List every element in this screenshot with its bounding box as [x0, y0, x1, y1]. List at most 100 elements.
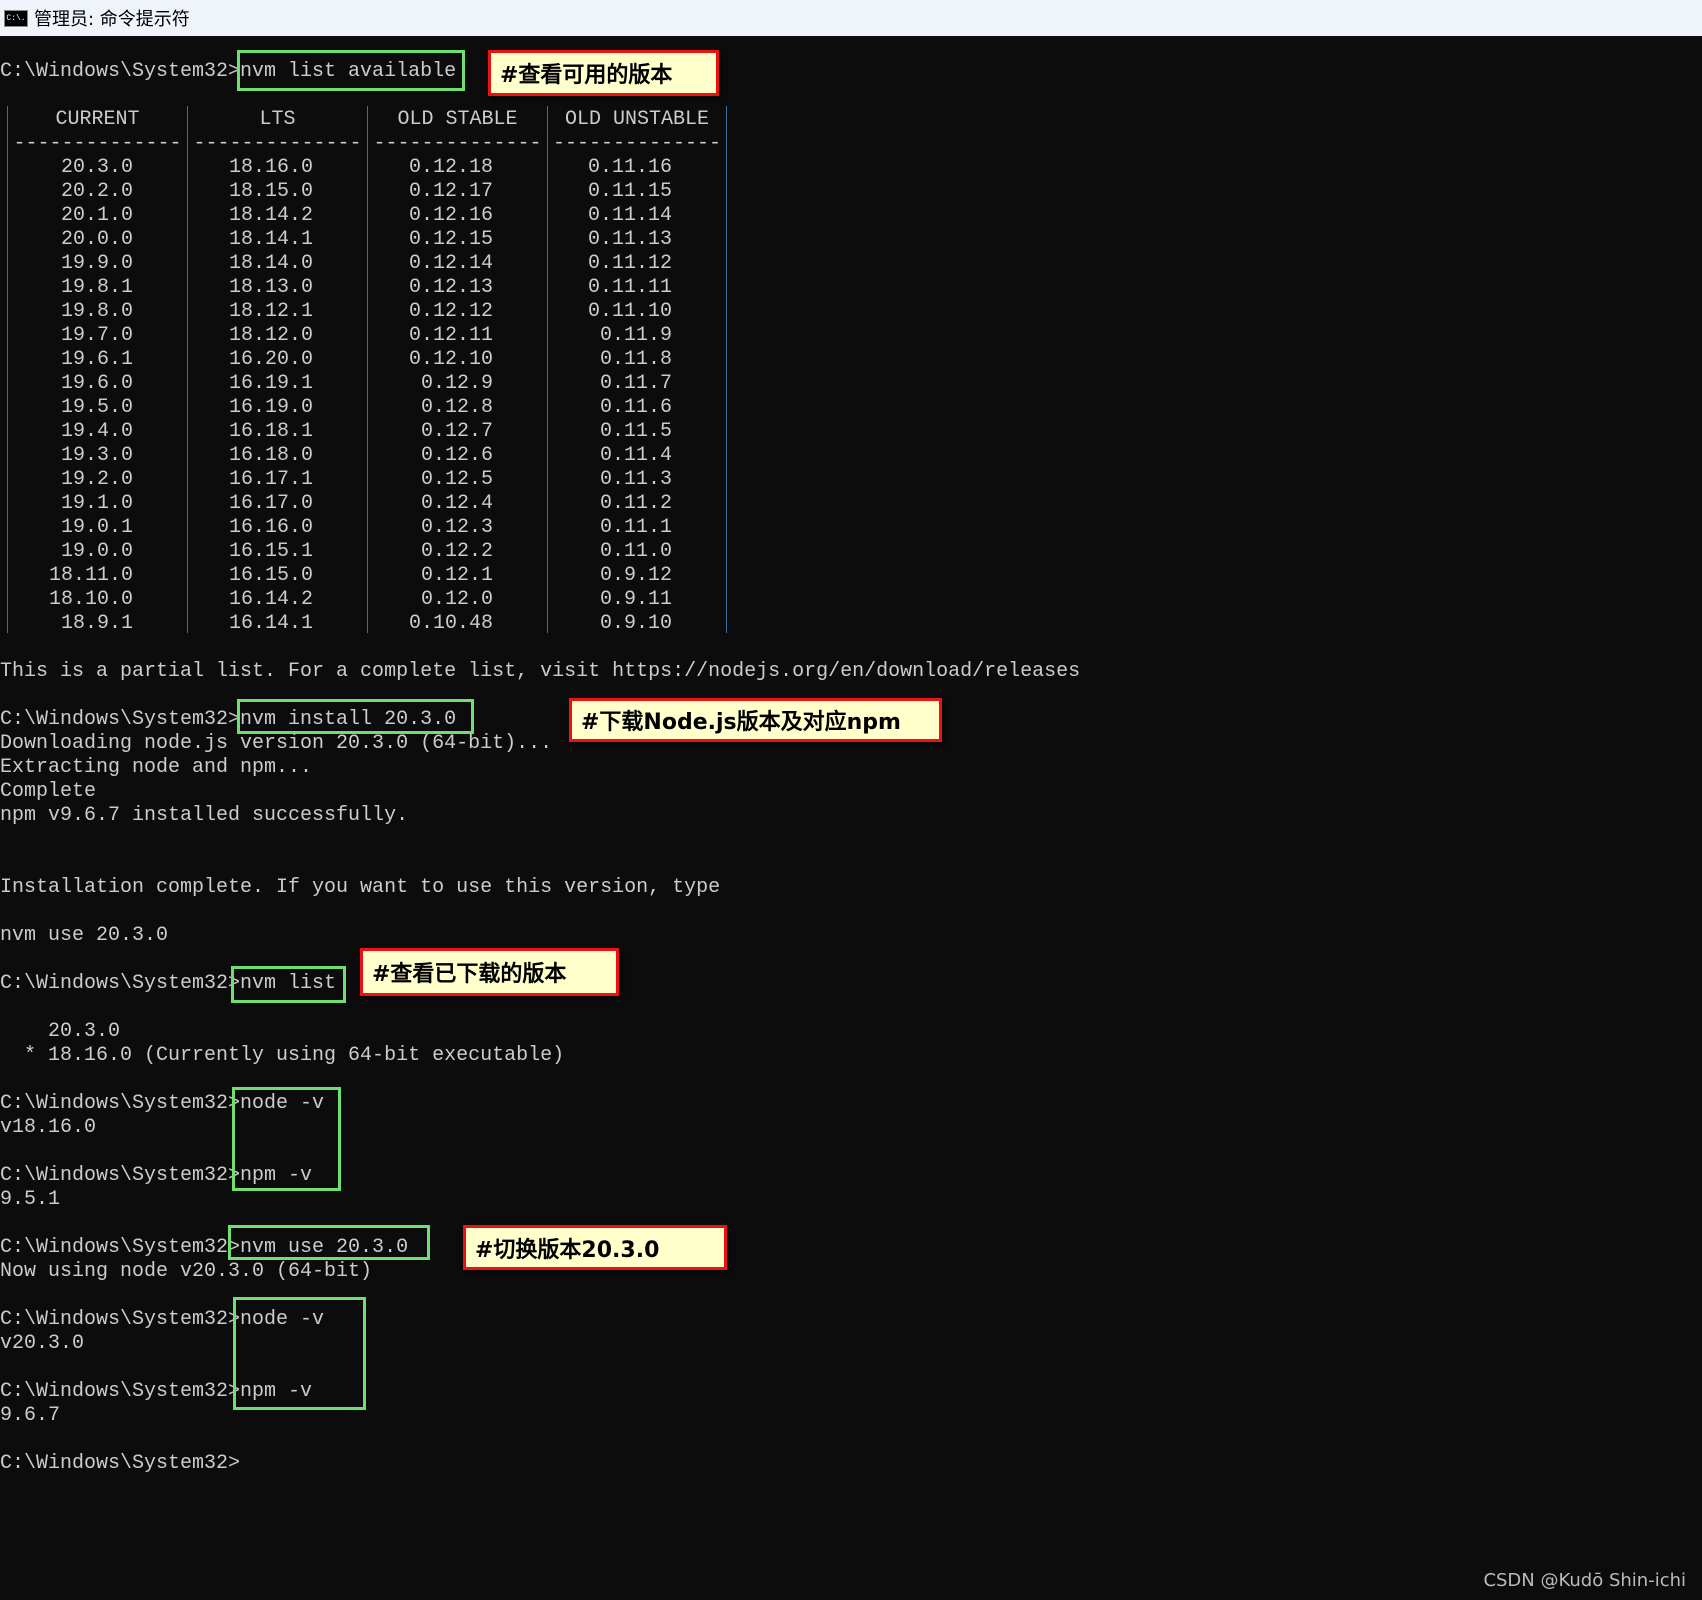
version-cell: 19.5.0 [60, 396, 133, 419]
column-values: 18.16.0 18.15.0 18.14.2 18.14.1 18.14.0 18.13… [229, 156, 313, 636]
version-cell: 16.17.1 [228, 468, 313, 491]
version-cell: 16.18.0 [228, 444, 313, 467]
version-cell: 19.0.1 [60, 516, 133, 539]
version-cell: 0.12.11 [408, 324, 493, 347]
version-cell: 0.11.1 [599, 516, 672, 539]
version-cell: 0.12.17 [408, 180, 493, 203]
version-cell: 0.12.15 [408, 228, 493, 251]
column-values: 0.12.18 0.12.17 0.12.16 0.12.15 0.12.14 0.12.… [409, 156, 493, 636]
version-cell: 19.6.0 [60, 372, 133, 395]
column-divider: -------------- [373, 132, 542, 155]
note-text: #查看可用的版本 [500, 63, 673, 88]
highlight-node-npm-v-after [233, 1297, 366, 1410]
version-cell: 0.11.15 [587, 180, 672, 203]
version-cell: 18.10.0 [48, 588, 133, 611]
version-cell: 0.11.13 [587, 228, 672, 251]
version-cell: 18.9.1 [60, 612, 133, 635]
version-cell: 0.12.13 [408, 276, 493, 299]
column-divider: -------------- [13, 132, 182, 155]
table-column: OLD STABLE -------------- 0.12.18 0.12.17 0.… [367, 106, 547, 636]
terminal-line: Extracting node and npm... [0, 756, 313, 779]
version-cell: 0.11.7 [599, 372, 672, 395]
version-cell: 20.1.0 [60, 204, 133, 227]
version-cell: 16.18.1 [228, 420, 313, 443]
available-versions-table: CURRENT -------------- 20.3.0 20.2.0 20.1.0 2… [7, 106, 727, 636]
version-cell: 0.11.4 [599, 444, 672, 467]
version-cell: 19.1.0 [60, 492, 133, 515]
version-cell: 0.11.16 [587, 156, 672, 179]
version-cell: 0.12.12 [408, 300, 493, 323]
version-cell: 0.12.18 [408, 156, 493, 179]
column-header: CURRENT [55, 108, 140, 131]
version-cell: 19.8.0 [60, 300, 133, 323]
version-cell: 0.12.7 [420, 420, 493, 443]
version-cell: 16.14.2 [228, 588, 313, 611]
version-cell: 0.11.3 [599, 468, 672, 491]
version-cell: 0.12.8 [420, 396, 493, 419]
column-divider: -------------- [552, 132, 722, 155]
highlight-nvm-list-available [237, 50, 465, 91]
column-divider: -------------- [193, 132, 362, 155]
version-cell: 20.0.0 [60, 228, 133, 251]
note-download: #下载Node.js版本及对应npm [569, 698, 942, 742]
version-cell: 20.2.0 [60, 180, 133, 203]
terminal-line: npm v9.6.7 installed successfully. [0, 804, 409, 827]
watermark: CSDN @Kudō Shin-ichi [1483, 1570, 1686, 1591]
version-cell: 0.11.14 [587, 204, 672, 227]
note-text: #下载Node.js版本及对应npm [581, 710, 901, 735]
version-cell: 18.12.0 [228, 324, 313, 347]
version-cell: 0.11.9 [599, 324, 672, 347]
table-column: OLD UNSTABLE -------------- 0.11.16 0.11.15… [547, 106, 727, 636]
version-cell: 18.14.0 [228, 252, 313, 275]
note-installed-versions: #查看已下载的版本 [360, 948, 619, 996]
version-cell: 0.11.11 [587, 276, 672, 299]
terminal-line: Installation complete. If you want to us… [0, 876, 721, 899]
version-cell: 0.11.12 [587, 252, 672, 275]
note-switch-version: #切换版本20.3.0 [463, 1225, 727, 1270]
version-cell: 0.9.12 [599, 564, 672, 587]
note-text: #查看已下载的版本 [372, 962, 567, 987]
version-cell: 18.11.0 [48, 564, 133, 587]
version-cell: 0.12.9 [420, 372, 493, 395]
version-cell: 18.14.2 [228, 204, 313, 227]
cmd-icon: C:\. [4, 9, 28, 27]
version-cell: 0.12.1 [420, 564, 493, 587]
version-cell: 0.12.10 [408, 348, 493, 371]
version-cell: 18.14.1 [228, 228, 313, 251]
version-cell: 16.17.0 [228, 492, 313, 515]
version-cell: 19.7.0 [60, 324, 133, 347]
version-cell: 0.12.3 [420, 516, 493, 539]
version-cell: 16.20.0 [228, 348, 313, 371]
version-cell: 19.8.1 [60, 276, 133, 299]
terminal-line: 20.3.0 [0, 1020, 121, 1043]
window-title: 管理员: 命令提示符 [34, 9, 190, 30]
version-cell: 0.12.0 [420, 588, 493, 611]
version-cell: 18.12.1 [228, 300, 313, 323]
version-cell: 16.15.0 [228, 564, 313, 587]
column-header: OLD UNSTABLE [564, 108, 710, 131]
column-header: OLD STABLE [397, 108, 518, 131]
column-values: 0.11.16 0.11.15 0.11.14 0.11.13 0.11.12 0.11.… [588, 156, 672, 636]
column-values: 20.3.0 20.2.0 20.1.0 20.0.0 19.9.0 19.8.1 19.8… [49, 156, 133, 636]
highlight-nvm-install [237, 699, 474, 734]
version-cell: 0.12.14 [408, 252, 493, 275]
column-header: LTS [259, 108, 296, 131]
terminal-line: This is a partial list. For a complete l… [0, 660, 1081, 683]
terminal-line: Complete [0, 780, 97, 803]
version-cell: 0.12.6 [420, 444, 493, 467]
highlight-nvm-list [231, 966, 346, 1003]
version-cell: 0.11.10 [587, 300, 672, 323]
version-cell: 19.0.0 [60, 540, 133, 563]
version-cell: 19.2.0 [60, 468, 133, 491]
version-cell: 18.15.0 [228, 180, 313, 203]
terminal-line: * 18.16.0 (Currently using 64-bit execut… [0, 1044, 565, 1067]
highlight-node-npm-v-before [232, 1087, 341, 1191]
highlight-nvm-use [228, 1225, 430, 1260]
note-text: #切换版本20.3.0 [475, 1237, 660, 1263]
version-cell: 16.15.1 [228, 540, 313, 563]
version-cell: 0.11.6 [599, 396, 672, 419]
